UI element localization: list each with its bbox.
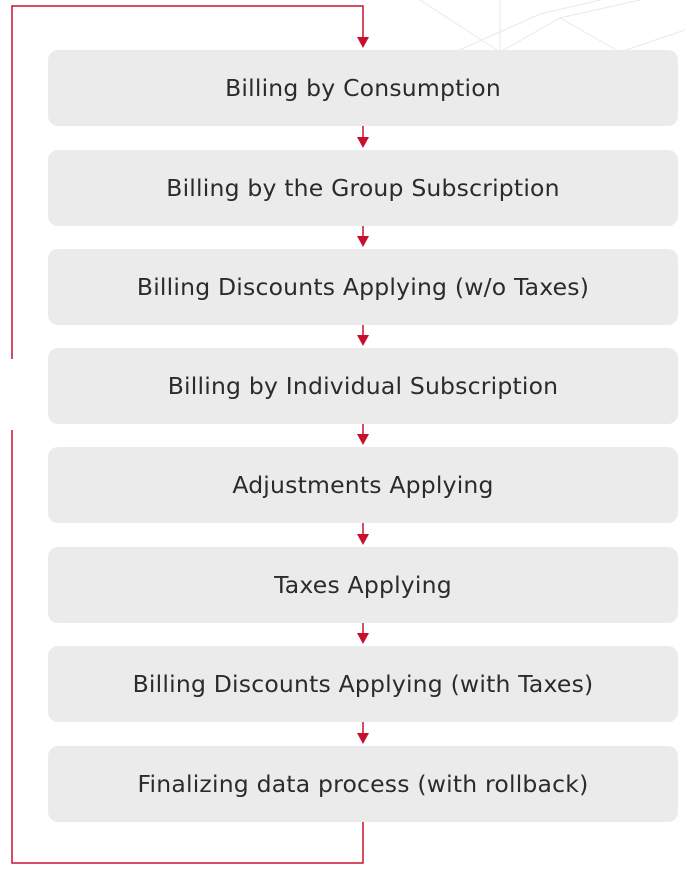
step-list: Billing by Consumption Billing by the Gro…: [0, 0, 685, 872]
step-box: Billing Discounts Applying (w/o Taxes): [48, 249, 678, 325]
step-label: Adjustments Applying: [232, 471, 494, 499]
step-box: Finalizing data process (with rollback): [48, 746, 678, 822]
step-label: Billing Discounts Applying (with Taxes): [132, 670, 594, 698]
step-box: Billing Discounts Applying (with Taxes): [48, 646, 678, 722]
step-box: Billing by Consumption: [48, 50, 678, 126]
step-label: Billing by Individual Subscription: [167, 372, 559, 400]
step-label: Billing by Consumption: [225, 74, 501, 102]
step-label: Finalizing data process (with rollback): [137, 770, 589, 798]
step-label: Billing by the Group Subscription: [166, 174, 560, 202]
step-label: Taxes Applying: [274, 571, 452, 599]
step-box: Billing by Individual Subscription: [48, 348, 678, 424]
step-box: Taxes Applying: [48, 547, 678, 623]
step-label: Billing Discounts Applying (w/o Taxes): [136, 273, 590, 301]
step-box: Billing by the Group Subscription: [48, 150, 678, 226]
step-box: Adjustments Applying: [48, 447, 678, 523]
